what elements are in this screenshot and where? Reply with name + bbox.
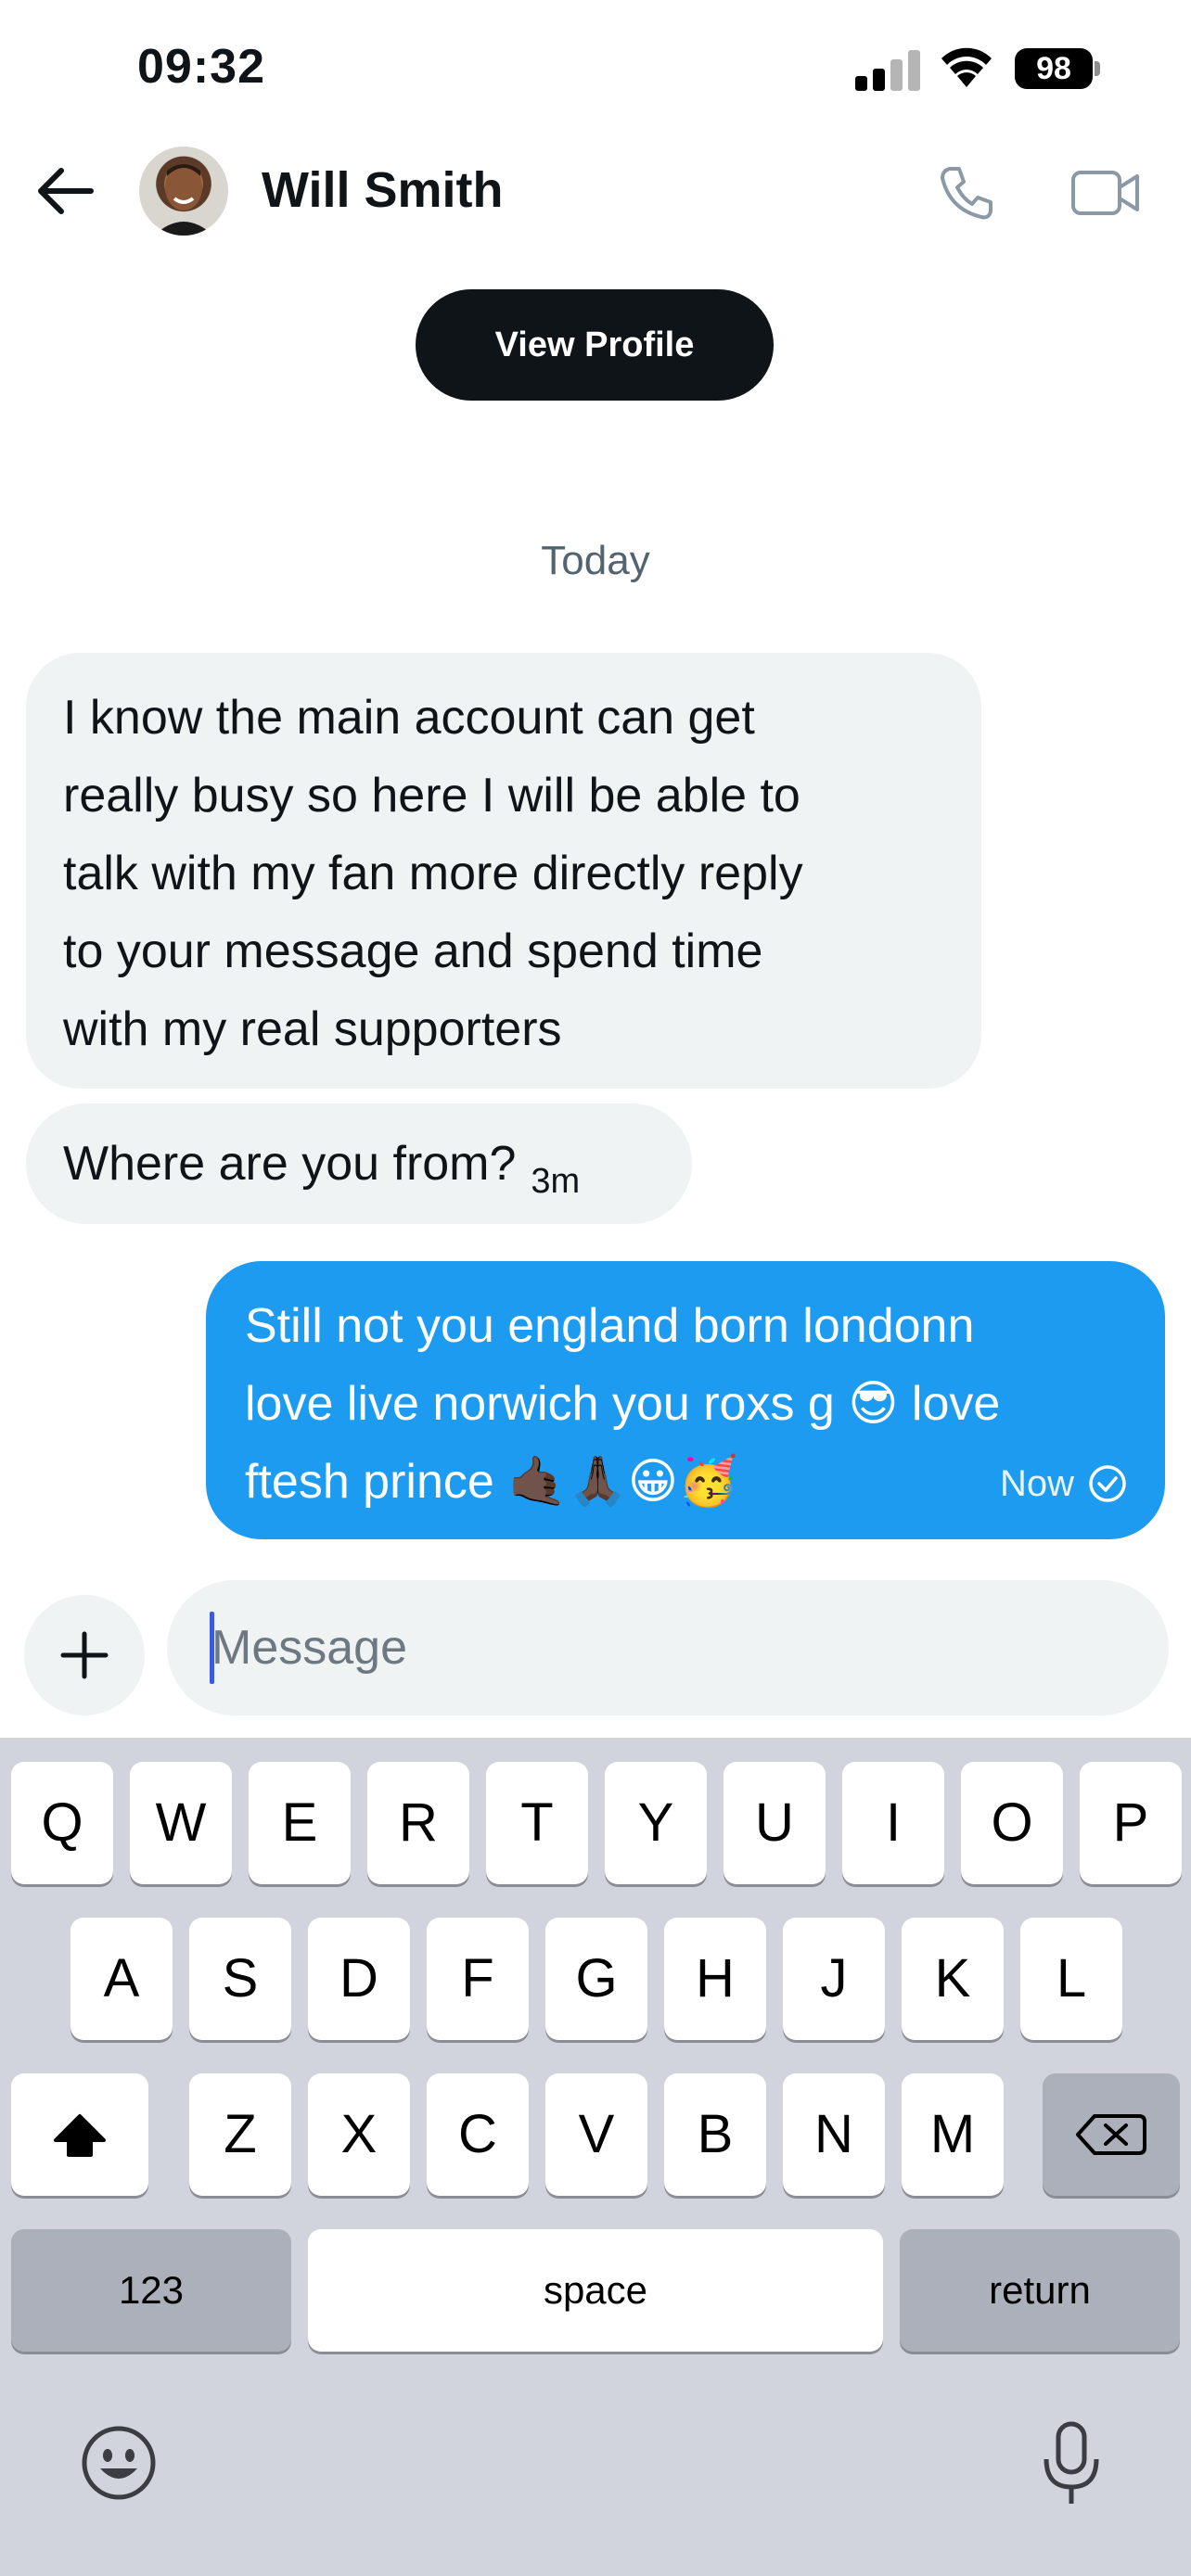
message-line: to your message and spend time: [63, 925, 763, 978]
key-c[interactable]: C: [427, 2073, 529, 2196]
key-d[interactable]: D: [308, 1918, 410, 2040]
wifi-icon: [941, 47, 992, 87]
message-line: ftesh prince 🤙🏿🙏🏿😀🥳: [245, 1455, 738, 1509]
numbers-key[interactable]: 123: [11, 2229, 291, 2352]
view-profile-button[interactable]: View Profile: [416, 289, 774, 401]
space-key[interactable]: space: [308, 2229, 883, 2352]
key-q[interactable]: Q: [11, 1762, 113, 1884]
video-icon[interactable]: [1070, 167, 1141, 219]
backspace-icon: [1076, 2114, 1146, 2155]
key-x[interactable]: X: [308, 2073, 410, 2196]
emoji-icon[interactable]: [80, 2424, 158, 2502]
received-message[interactable]: Where are you from? 3m: [26, 1103, 692, 1224]
avatar[interactable]: [139, 147, 228, 236]
key-t[interactable]: T: [486, 1762, 588, 1884]
message-line: I know the main account can get: [63, 691, 755, 745]
phone-icon[interactable]: [937, 163, 996, 223]
key-g[interactable]: G: [545, 1918, 647, 2040]
battery-icon: 98: [1015, 48, 1100, 89]
plus-icon: [60, 1631, 109, 1679]
add-attachment-button[interactable]: [24, 1595, 145, 1715]
key-l[interactable]: L: [1020, 1918, 1122, 2040]
shift-icon: [54, 2114, 106, 2157]
status-time: 09:32: [137, 40, 265, 94]
message-line: talk with my fan more directly reply: [63, 847, 803, 900]
key-w[interactable]: W: [130, 1762, 232, 1884]
sent-message[interactable]: Still not you england born londonn love …: [206, 1261, 1165, 1539]
message-timestamp: 3m: [531, 1162, 581, 1201]
text-cursor: [210, 1612, 214, 1684]
key-p[interactable]: P: [1080, 1762, 1182, 1884]
key-u[interactable]: U: [724, 1762, 826, 1884]
signal-icon: [855, 48, 920, 91]
back-arrow-icon[interactable]: [35, 163, 95, 219]
key-h[interactable]: H: [664, 1918, 766, 2040]
key-n[interactable]: N: [783, 2073, 885, 2196]
message-line: love live norwich you roxs g 😎 love: [245, 1377, 1001, 1431]
key-z[interactable]: Z: [189, 2073, 291, 2196]
key-r[interactable]: R: [367, 1762, 469, 1884]
keyboard: Q W E R T Y U I O P A S D F G H J K L Z …: [0, 1738, 1191, 2576]
message-status: Now: [1000, 1445, 1128, 1523]
shift-key[interactable]: [11, 2073, 148, 2196]
check-icon: [1089, 1465, 1126, 1502]
backspace-key[interactable]: [1043, 2073, 1180, 2196]
message-input[interactable]: [167, 1580, 1169, 1715]
message-line: really busy so here I will be able to: [63, 769, 800, 823]
key-a[interactable]: A: [70, 1918, 173, 2040]
key-s[interactable]: S: [189, 1918, 291, 2040]
message-status-text: Now: [999, 1463, 1074, 1504]
key-j[interactable]: J: [783, 1918, 885, 2040]
microphone-icon[interactable]: [1041, 2420, 1102, 2509]
key-v[interactable]: V: [545, 2073, 647, 2196]
key-o[interactable]: O: [961, 1762, 1063, 1884]
date-separator: Today: [541, 538, 650, 583]
key-m[interactable]: M: [902, 2073, 1004, 2196]
key-f[interactable]: F: [427, 1918, 529, 2040]
key-b[interactable]: B: [664, 2073, 766, 2196]
key-i[interactable]: I: [842, 1762, 944, 1884]
key-e[interactable]: E: [249, 1762, 351, 1884]
battery-level: 98: [1015, 48, 1093, 89]
key-k[interactable]: K: [902, 1918, 1004, 2040]
message-line: Still not you england born londonn: [245, 1299, 975, 1353]
return-key[interactable]: return: [900, 2229, 1180, 2352]
message-text: Where are you from?: [63, 1137, 517, 1191]
received-message[interactable]: I know the main account can get really b…: [26, 653, 981, 1089]
contact-name[interactable]: Will Smith: [262, 161, 504, 219]
message-line: with my real supporters: [63, 1002, 562, 1056]
key-y[interactable]: Y: [605, 1762, 707, 1884]
